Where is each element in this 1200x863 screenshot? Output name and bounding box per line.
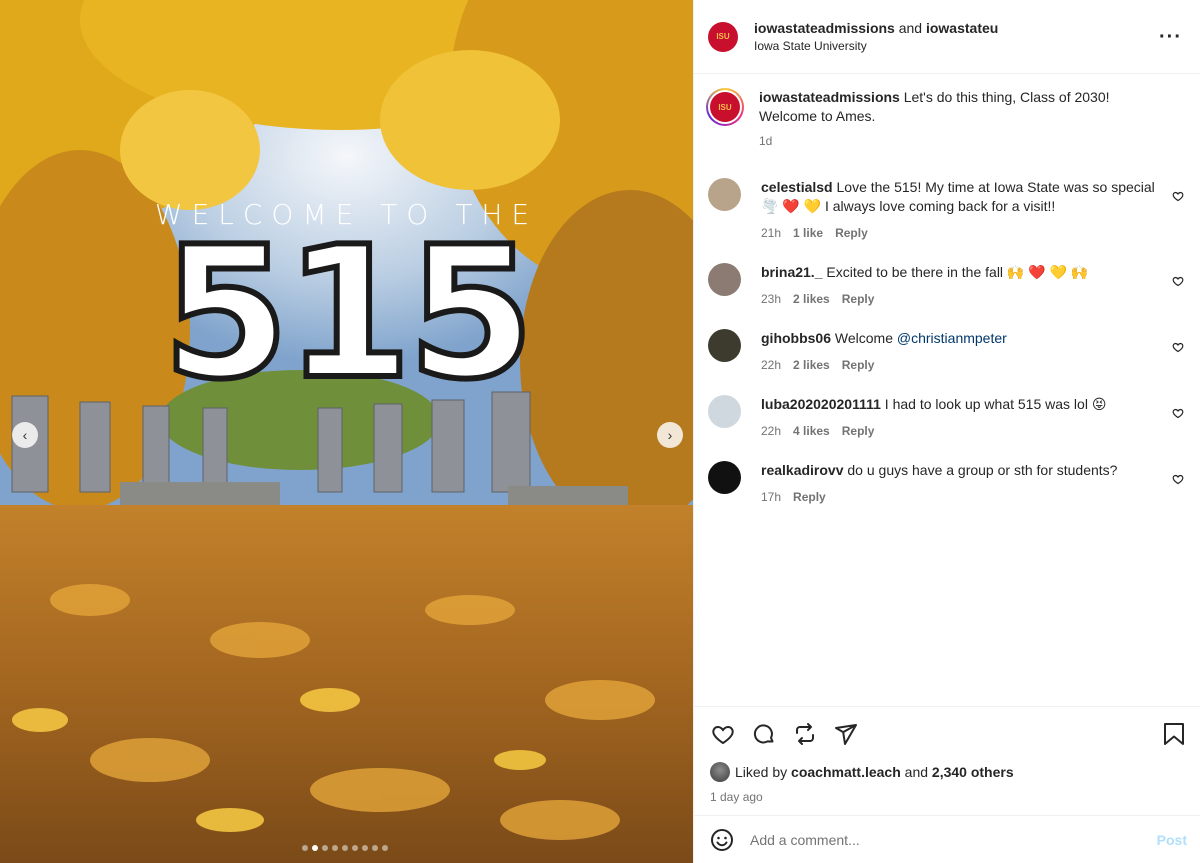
author-subtitle: Iowa State University <box>754 39 867 53</box>
comment-text: do u guys have a group or sth for studen… <box>847 462 1118 478</box>
caption-time: 1d <box>759 134 773 148</box>
avatar[interactable]: ISU <box>708 21 738 52</box>
carousel-dot <box>322 845 328 851</box>
heart-icon <box>1172 474 1184 485</box>
reply-button[interactable]: Reply <box>842 358 875 372</box>
post-button[interactable]: Post <box>1157 832 1187 848</box>
hero-number: 515 <box>160 207 538 419</box>
reply-button[interactable]: Reply <box>793 490 826 504</box>
avatar[interactable] <box>710 762 730 782</box>
heart-icon <box>1172 408 1184 419</box>
comment-like-button[interactable] <box>1172 190 1184 205</box>
comment-time: 21h <box>761 226 782 240</box>
avatar[interactable]: ISU <box>706 88 744 126</box>
comment-likes[interactable]: 1 like <box>793 226 823 240</box>
comment-likes[interactable]: 2 likes <box>793 292 830 306</box>
carousel-prev-button[interactable]: ‹ <box>12 422 38 448</box>
carousel-dot <box>342 845 348 851</box>
save-button[interactable] <box>1161 721 1187 747</box>
send-icon <box>835 724 857 745</box>
liked-by-label: Liked by <box>735 764 788 780</box>
comment-time: 22h <box>761 358 782 372</box>
comment-like-button[interactable] <box>1172 473 1184 488</box>
post-details-panel: ISU iowastateadmissions and iowastateu I… <box>693 0 1200 863</box>
comment-time: 22h <box>761 424 782 438</box>
caption: ISU iowastateadmissions Let's do this th… <box>706 88 1184 151</box>
like-button[interactable] <box>710 721 736 747</box>
heart-icon <box>1172 191 1184 202</box>
mention-link[interactable]: @christianmpeter <box>897 330 1007 346</box>
comment-list: ISU iowastateadmissions Let's do this th… <box>694 74 1200 507</box>
repost-button[interactable] <box>792 721 818 747</box>
heart-icon <box>1172 276 1184 287</box>
likes-summary: Liked by coachmatt.leach and 2,340 other… <box>710 762 1187 782</box>
carousel-dot <box>302 845 308 851</box>
comment-button[interactable] <box>751 721 777 747</box>
comment-icon <box>753 724 774 744</box>
comment-time: 17h <box>761 490 782 504</box>
liked-by-username[interactable]: coachmatt.leach <box>791 764 901 780</box>
comment-like-button[interactable] <box>1172 341 1184 356</box>
avatar[interactable] <box>708 178 741 211</box>
avatar[interactable] <box>708 329 741 362</box>
comment-like-button[interactable] <box>1172 407 1184 422</box>
comment-text: I had to look up what 515 was lol 😝 <box>884 396 1107 412</box>
comment-username[interactable]: luba202020201111 <box>761 396 881 412</box>
comment-row: celestialsd Love the 515! My time at Iow… <box>708 178 1184 243</box>
heart-icon <box>1172 342 1184 353</box>
comment-username[interactable]: brina21._ <box>761 264 822 280</box>
heart-icon <box>712 725 734 745</box>
carousel-dot <box>312 845 318 851</box>
comment-input[interactable] <box>750 831 1157 848</box>
caption-username[interactable]: iowastateadmissions <box>759 89 900 105</box>
collaborator-username[interactable]: iowastateu <box>926 20 998 36</box>
bookmark-icon <box>1164 723 1184 745</box>
comment-composer: Post <box>694 815 1200 863</box>
chevron-left-icon: ‹ <box>22 427 28 443</box>
action-bar: Liked by coachmatt.leach and 2,340 other… <box>694 706 1200 804</box>
comment-text: Welcome <box>834 330 897 346</box>
post-header: ISU iowastateadmissions and iowastateu I… <box>694 0 1200 74</box>
reply-button[interactable]: Reply <box>835 226 868 240</box>
comment-row: gihobbs06 Welcome @christianmpeter 22h 2 … <box>708 329 1184 375</box>
likes-count[interactable]: 2,340 others <box>932 764 1014 780</box>
comment-likes[interactable]: 2 likes <box>793 358 830 372</box>
avatar[interactable] <box>708 461 741 494</box>
avatar[interactable] <box>708 263 741 296</box>
comment-row: brina21._ Excited to be there in the fal… <box>708 263 1184 309</box>
carousel-dot <box>362 845 368 851</box>
comment-username[interactable]: realkadirovv <box>761 462 844 478</box>
more-horizontal-icon[interactable]: ··· <box>1159 26 1182 49</box>
autumn-scene-illustration <box>0 0 693 863</box>
comment-username[interactable]: gihobbs06 <box>761 330 831 346</box>
chevron-right-icon: › <box>667 427 673 443</box>
liked-by-joiner: and <box>904 764 929 780</box>
carousel-dot <box>372 845 378 851</box>
post-timestamp: 1 day ago <box>710 790 763 804</box>
comment-text: Excited to be there in the fall 🙌 ❤️ 💛 🙌 <box>826 264 1089 280</box>
share-button[interactable] <box>833 721 859 747</box>
comment-like-button[interactable] <box>1172 275 1184 290</box>
comment-likes[interactable]: 4 likes <box>793 424 830 438</box>
carousel-dots <box>302 845 388 851</box>
author-joiner: and <box>898 20 923 36</box>
comment-time: 23h <box>761 292 782 306</box>
emoji-icon[interactable] <box>710 828 734 852</box>
reply-button[interactable]: Reply <box>842 292 875 306</box>
comment-row: realkadirovv do u guys have a group or s… <box>708 461 1184 507</box>
carousel-next-button[interactable]: › <box>657 422 683 448</box>
repost-icon <box>796 723 814 745</box>
avatar[interactable] <box>708 395 741 428</box>
university-logo-icon: ISU <box>710 92 740 122</box>
author-username[interactable]: iowastateadmissions <box>754 20 895 36</box>
comment-username[interactable]: celestialsd <box>761 179 833 195</box>
comment-row: luba202020201111 I had to look up what 5… <box>708 395 1184 441</box>
post-image: WELCOME TO THE 515 ‹ › <box>0 0 693 863</box>
reply-button[interactable]: Reply <box>842 424 875 438</box>
carousel-dot <box>352 845 358 851</box>
carousel-dot <box>382 845 388 851</box>
carousel-dot <box>332 845 338 851</box>
